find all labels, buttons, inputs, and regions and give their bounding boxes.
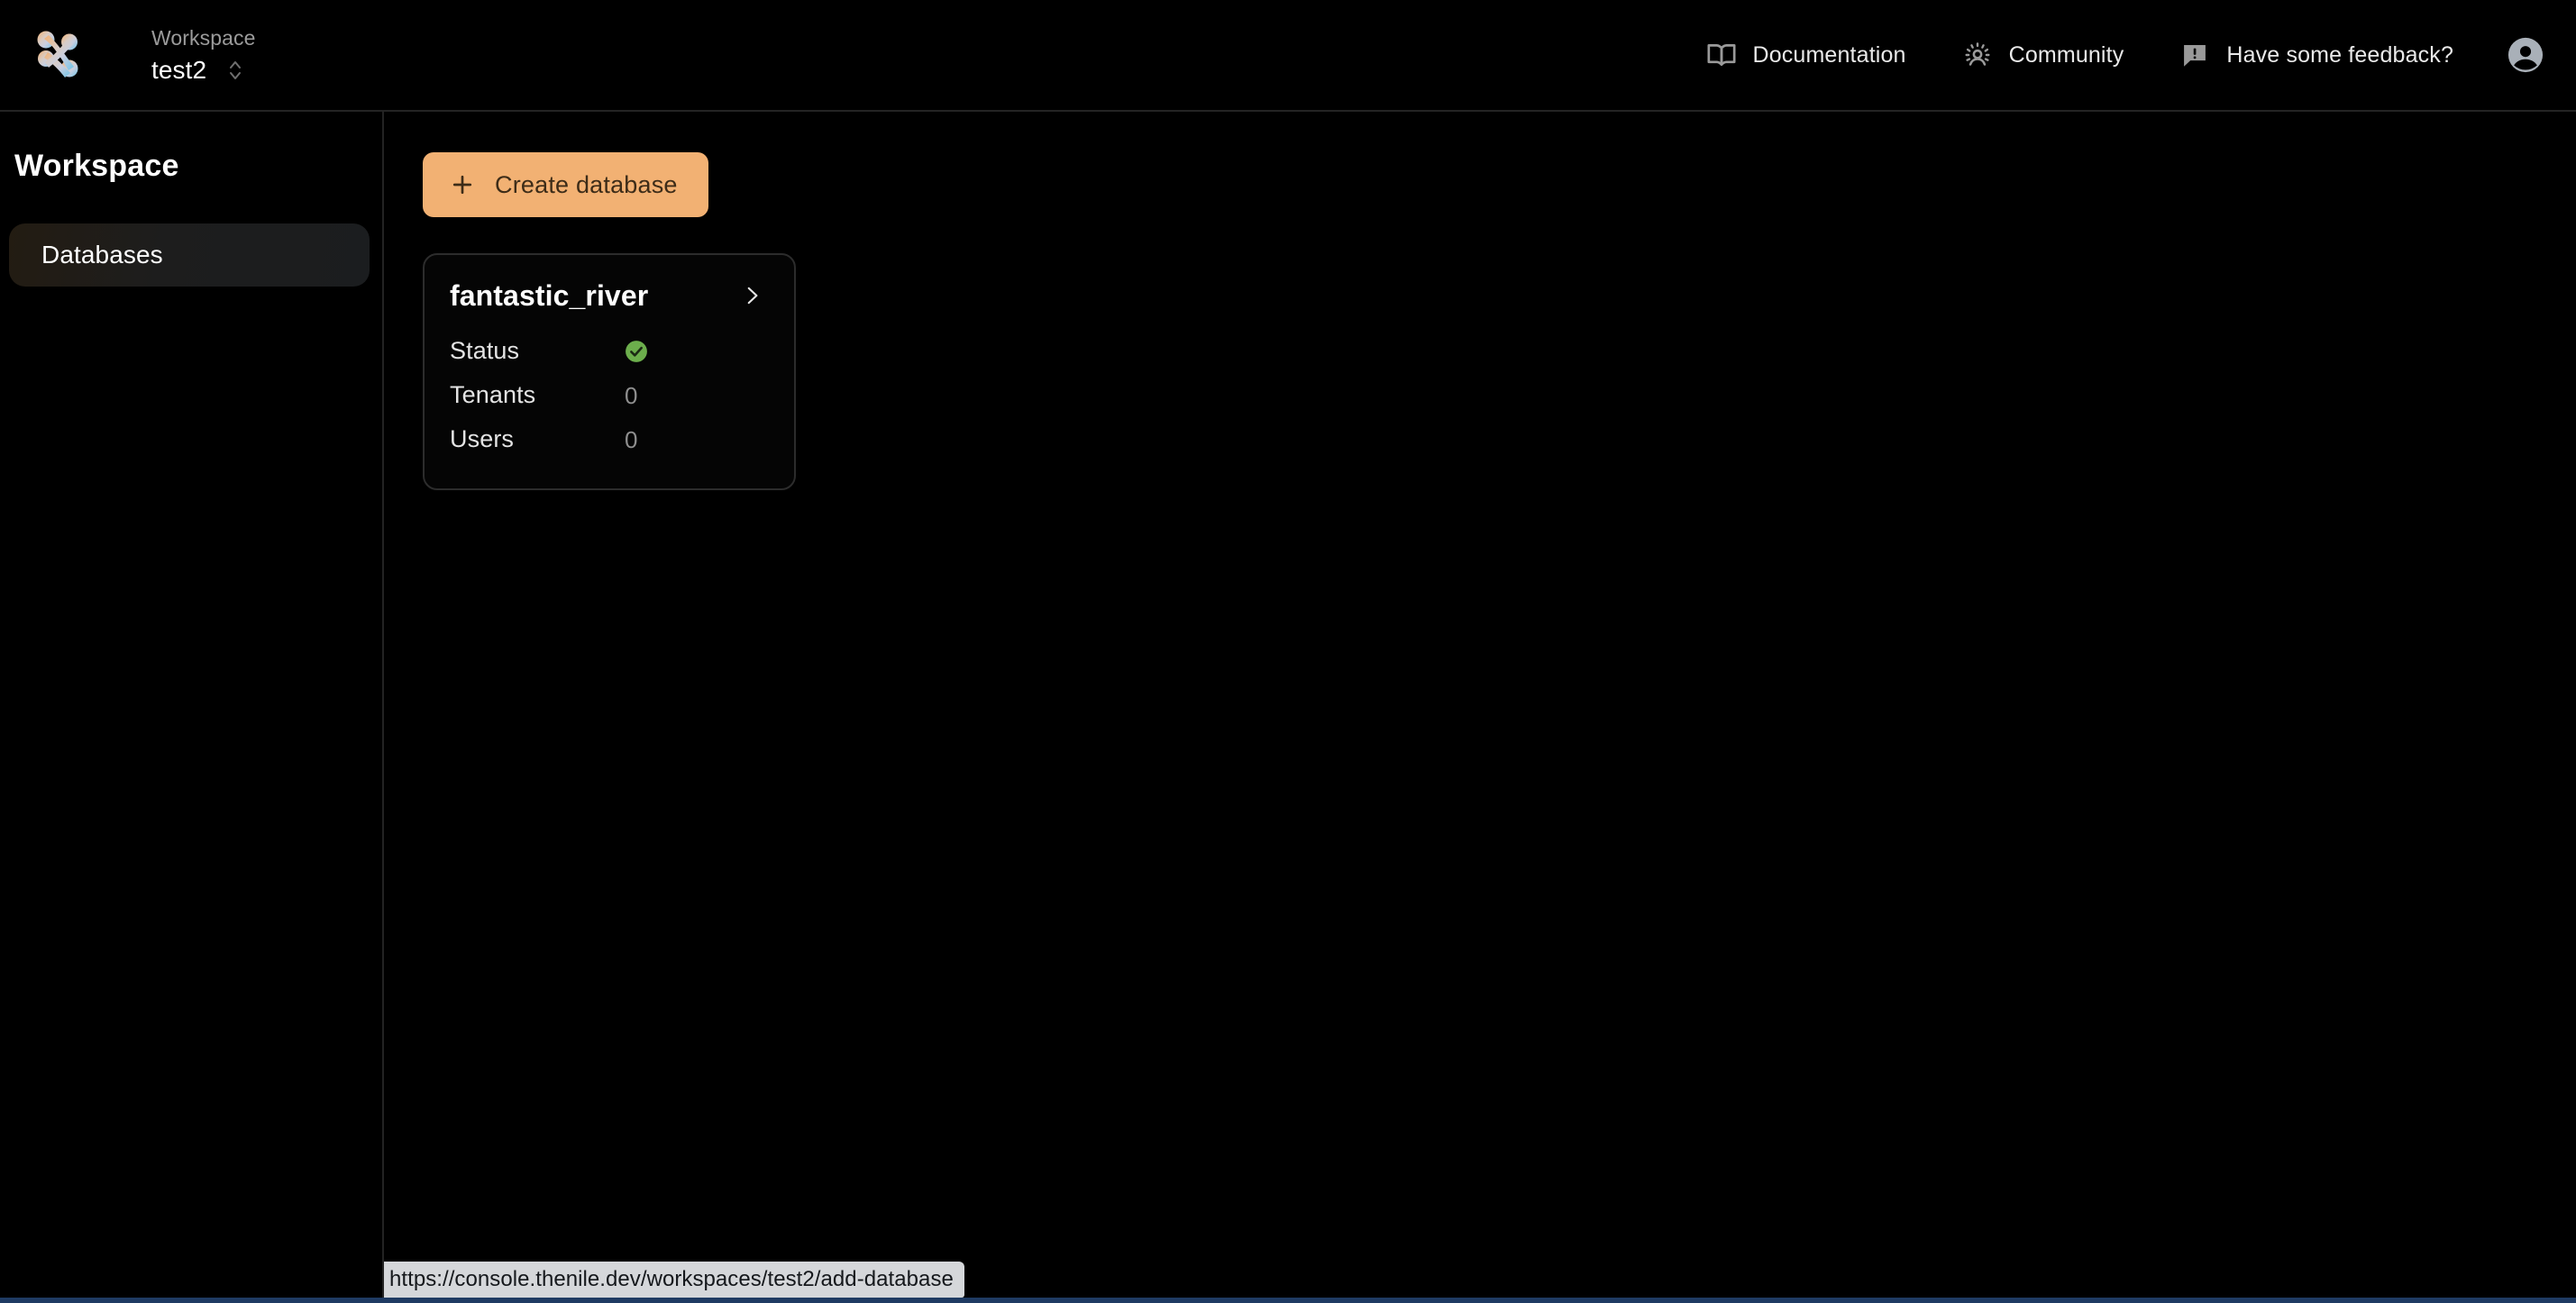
nav-documentation[interactable]: Documentation	[1686, 31, 1926, 79]
book-open-icon	[1706, 40, 1737, 70]
window-bottom-edge	[0, 1298, 2576, 1303]
database-stat-label: Status	[450, 337, 520, 364]
workspace-switcher-label: Workspace	[151, 25, 256, 50]
link-preview-status-bar: https://console.thenile.dev/workspaces/t…	[384, 1262, 964, 1298]
top-nav: Documentation Community Have some feedba…	[1670, 31, 2552, 79]
app-root: Workspace test2 Documentation Community …	[0, 0, 2576, 1303]
create-database-button-label: Create database	[495, 170, 678, 198]
sidebar-item-label: Databases	[41, 241, 163, 269]
database-card[interactable]: fantastic_river Status Tenants 0 Users 0	[423, 253, 796, 490]
database-stat-tenants: Tenants 0	[450, 373, 769, 417]
database-stat-users: Users 0	[450, 417, 769, 461]
database-card-header: fantastic_river	[450, 278, 769, 313]
nile-logo-icon[interactable]	[34, 28, 81, 82]
status-badge	[625, 340, 648, 363]
sidebar-item-databases[interactable]: Databases	[9, 223, 370, 287]
create-database-button[interactable]: Create database	[423, 152, 708, 217]
user-avatar-icon[interactable]	[2506, 35, 2545, 75]
check-circle-icon	[625, 340, 648, 363]
database-stat-value: 0	[625, 381, 638, 409]
community-person-icon	[1962, 40, 1993, 70]
database-stat-status: Status	[450, 329, 769, 373]
workspace-switcher-value: test2	[151, 55, 207, 84]
database-stat-label: Tenants	[450, 381, 536, 408]
nav-community[interactable]: Community	[1942, 31, 2144, 79]
chevron-right-icon[interactable]	[740, 284, 769, 307]
body-row: Workspace Databases Create database fant…	[0, 112, 2576, 1303]
plus-icon	[450, 172, 475, 197]
database-name: fantastic_river	[450, 279, 649, 312]
chevron-up-down-icon	[226, 58, 244, 83]
database-stat-label: Users	[450, 425, 515, 452]
workspace-switcher[interactable]: Workspace test2	[151, 23, 261, 88]
nav-feedback-label: Have some feedback?	[2226, 41, 2453, 68]
sidebar-title: Workspace	[14, 149, 179, 183]
feedback-message-icon	[2179, 40, 2210, 70]
nav-feedback[interactable]: Have some feedback?	[2160, 31, 2473, 79]
main-content: Create database fantastic_river Status T…	[384, 112, 2576, 1303]
database-list: fantastic_river Status Tenants 0 Users 0	[423, 253, 2576, 490]
sidebar-nav: Databases	[0, 223, 382, 287]
nav-documentation-label: Documentation	[1752, 41, 1906, 68]
top-bar: Workspace test2 Documentation Community …	[0, 0, 2576, 112]
workspace-switcher-value-row: test2	[151, 56, 256, 85]
database-stat-value: 0	[625, 425, 638, 453]
nav-community-label: Community	[2008, 41, 2124, 68]
sidebar: Workspace Databases	[0, 112, 384, 1303]
